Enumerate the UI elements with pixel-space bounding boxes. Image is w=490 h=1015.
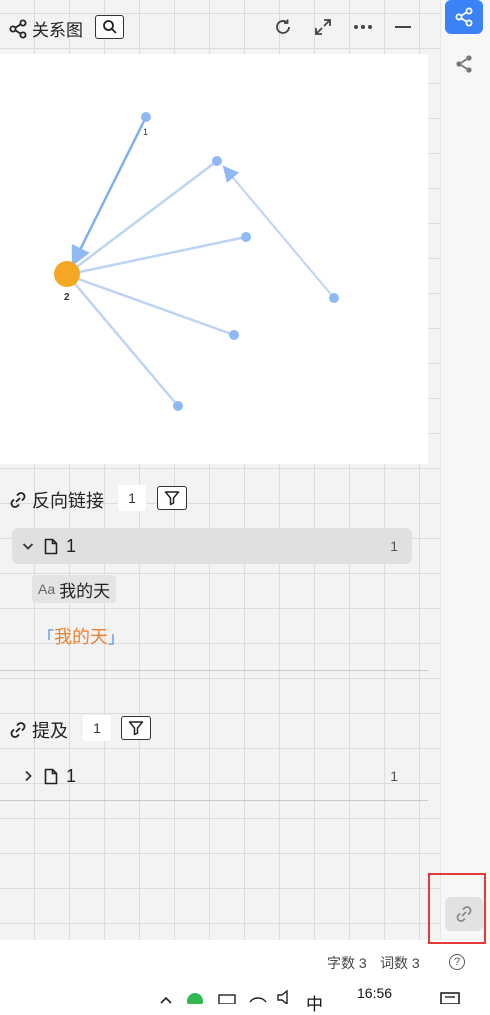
mentions-doc-row[interactable]: 1 1 xyxy=(12,758,412,794)
notification-icon[interactable] xyxy=(440,992,460,1004)
wifi-icon[interactable] xyxy=(248,992,268,1004)
backlink-quote[interactable]: 「我的天」 xyxy=(38,623,124,649)
help-icon: ? xyxy=(453,956,461,968)
expand-icon xyxy=(315,19,331,35)
taskbar: 中 xyxy=(0,970,490,1014)
quote-text: 我的天 xyxy=(54,627,109,647)
mentions-doc-count: 1 xyxy=(390,768,398,784)
more-icon xyxy=(354,25,372,29)
edge-mid-top xyxy=(69,160,218,273)
search-icon xyxy=(102,20,117,34)
backlinks-count: 1 xyxy=(118,485,146,511)
graph-canvas[interactable]: 2 1 xyxy=(0,54,428,464)
mentions-title: 提及 xyxy=(32,721,68,741)
more-button[interactable] xyxy=(352,16,374,38)
graph-search-button[interactable] xyxy=(95,15,124,39)
section-divider xyxy=(0,670,428,671)
refresh-icon xyxy=(276,19,290,34)
backlinks-doc-name: 1 xyxy=(66,535,77,556)
right-sidebar xyxy=(440,0,490,940)
link-icon xyxy=(10,722,26,738)
quote-open: 「 xyxy=(38,630,55,647)
backlink-block[interactable]: Aa 我的天 xyxy=(32,575,117,603)
backlinks-header: 反向链接 xyxy=(8,487,104,513)
global-graph-button[interactable] xyxy=(445,47,483,81)
quote-close: 」 xyxy=(108,630,125,647)
graph-title: 关系图 xyxy=(32,21,83,40)
top-node-label: 1 xyxy=(143,127,148,137)
document-icon xyxy=(44,538,58,554)
document-icon xyxy=(44,768,58,784)
mentions-filter-button[interactable] xyxy=(121,716,151,740)
chevron-down-icon[interactable] xyxy=(22,540,34,552)
wechat-icon[interactable] xyxy=(186,992,204,1004)
share-graph-icon xyxy=(456,55,472,73)
tray-up-icon[interactable] xyxy=(160,994,172,1004)
fullscreen-button[interactable] xyxy=(312,16,334,38)
edge-far-right xyxy=(222,165,335,299)
edge-bottom xyxy=(69,277,179,407)
graph-view-button[interactable] xyxy=(445,0,483,34)
help-button[interactable]: ? xyxy=(449,954,465,970)
refresh-button[interactable] xyxy=(272,16,294,38)
graph-node[interactable] xyxy=(212,156,222,166)
backlinks-filter-button[interactable] xyxy=(157,486,187,510)
battery-icon[interactable] xyxy=(218,994,238,1004)
chevron-right-icon[interactable] xyxy=(22,770,34,782)
edge-right xyxy=(69,235,247,276)
section-divider xyxy=(0,800,428,801)
backlink-block-text: 我的天 xyxy=(59,581,111,601)
graph-header: 关系图 xyxy=(0,0,420,54)
backlinks-doc-count: 1 xyxy=(390,538,398,554)
center-node-label: 2 xyxy=(64,292,70,303)
clock: 16:56 xyxy=(357,985,393,1001)
volume-icon[interactable] xyxy=(276,990,296,1004)
graph-node[interactable] xyxy=(173,401,183,411)
mentions-doc-name: 1 xyxy=(66,765,77,786)
mentions-count: 1 xyxy=(83,715,111,741)
minus-icon xyxy=(395,26,411,28)
relationship-graph[interactable]: 2 1 xyxy=(0,54,428,464)
graph-node[interactable] xyxy=(329,293,339,303)
filter-icon xyxy=(128,721,144,736)
graph-title-wrap: 关系图 xyxy=(8,16,83,41)
graph-node[interactable] xyxy=(241,232,251,242)
graph-center-node[interactable] xyxy=(54,261,80,287)
text-block-icon: Aa xyxy=(38,581,56,597)
graph-node[interactable] xyxy=(229,330,239,340)
graph-node[interactable] xyxy=(141,112,151,122)
link-icon xyxy=(10,492,26,508)
filter-icon xyxy=(164,491,180,506)
highlight-annotation xyxy=(428,873,486,944)
backlinks-doc-row[interactable]: 1 1 xyxy=(12,528,412,564)
backlinks-title: 反向链接 xyxy=(32,491,104,511)
minimize-button[interactable] xyxy=(392,16,414,38)
mentions-header: 提及 xyxy=(8,717,68,743)
share-graph-icon xyxy=(455,7,473,27)
graph-share-icon xyxy=(8,19,28,39)
ime-indicator[interactable]: 中 xyxy=(306,990,323,1015)
